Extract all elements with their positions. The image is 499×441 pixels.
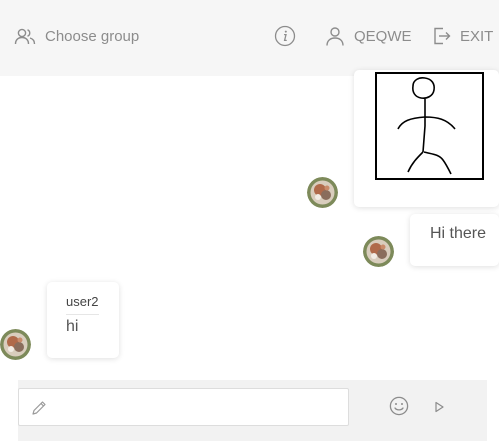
message-text: Hi there [430,225,487,242]
chat-app: Choose group QEQWE EXIT Hi there user2 h… [0,0,499,441]
top-bar: Choose group QEQWE EXIT [0,0,499,76]
text-message-bubble[interactable]: Hi there [410,214,499,266]
choose-group-label: Choose group [45,27,140,45]
sender-name: user2 [66,294,99,309]
avatar-image [363,236,394,267]
choose-group-button[interactable]: Choose group [14,25,139,47]
user-profile-button[interactable]: QEQWE [325,25,412,47]
message-input[interactable] [55,389,344,427]
message-composer [18,380,487,441]
info-icon [274,25,296,47]
smiley-icon [389,396,409,416]
avatar-image [0,329,31,360]
avatar [363,236,394,267]
username-label: QEQWE [354,27,412,45]
exit-label: EXIT [460,27,494,45]
logout-icon [434,27,451,45]
send-arrow-icon [435,401,444,413]
user-icon [326,27,344,46]
message-text: hi [66,318,79,335]
message-input-wrapper [18,388,349,427]
sender-divider [66,314,99,315]
avatar-image [307,177,338,208]
drawing-message-bubble[interactable] [354,70,499,207]
exit-button[interactable]: EXIT [433,25,493,47]
send-button[interactable] [433,400,445,418]
pencil-icon [32,401,46,415]
avatar [0,329,31,360]
avatar [307,177,338,208]
stick-figure-image [397,77,456,175]
group-icon [14,28,36,45]
info-button[interactable] [274,25,296,47]
incoming-message-bubble[interactable]: user2 hi [47,282,119,358]
emoji-button[interactable] [389,396,409,421]
stick-figure-drawing [375,72,484,180]
